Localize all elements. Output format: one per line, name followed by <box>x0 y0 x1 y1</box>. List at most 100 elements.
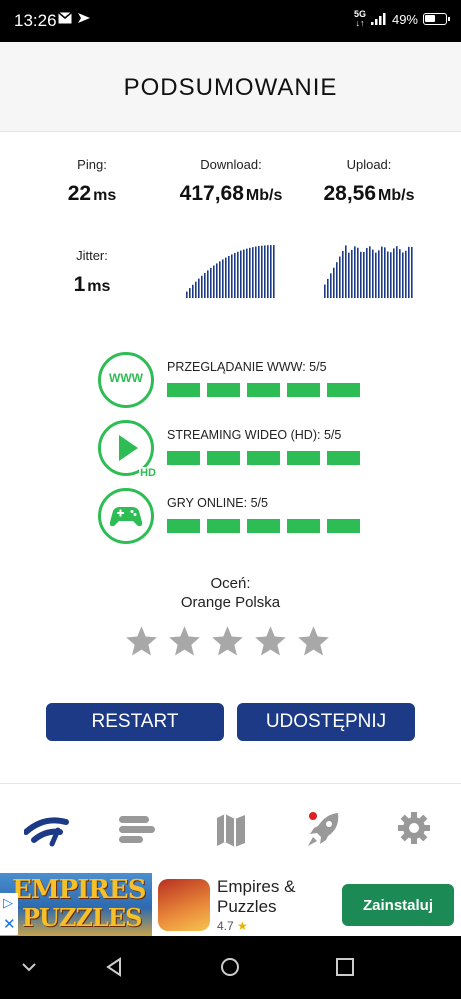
system-nav-bar <box>0 936 461 999</box>
sparkline-bar <box>192 284 194 298</box>
sparkline-bar <box>234 253 236 298</box>
sparkline-bar <box>273 245 275 298</box>
star-icon[interactable] <box>210 624 245 659</box>
score-segment <box>167 519 200 533</box>
www-icon: WWW <box>98 352 154 408</box>
download-metric: Download: 417,68 Mb/s <box>164 157 298 206</box>
back-icon[interactable] <box>104 956 126 978</box>
results-list-icon[interactable] <box>117 810 157 850</box>
star-icon[interactable] <box>253 624 288 659</box>
sparkline-bar <box>327 278 329 298</box>
sparkline-bar <box>240 250 242 298</box>
download-unit: Mb/s <box>245 187 283 204</box>
recents-icon[interactable] <box>334 956 356 978</box>
map-icon[interactable] <box>213 810 253 850</box>
download-sparkline <box>186 245 275 298</box>
header: PODSUMOWANIE <box>0 42 461 132</box>
rocket-icon[interactable] <box>304 810 344 850</box>
install-button[interactable]: Zainstaluj <box>342 884 454 926</box>
star-icon[interactable] <box>124 624 159 659</box>
gmail-icon <box>58 12 72 24</box>
score-segment <box>247 383 280 397</box>
send-icon <box>78 13 90 23</box>
sparkline-bar <box>402 252 404 298</box>
score-segment <box>327 451 360 465</box>
ad-banner[interactable]: EMPIRES PUZZLES ▷ ✕ Empires & Puzzles 4.… <box>0 873 461 936</box>
sparkline-bar <box>258 246 260 298</box>
play-hd-icon: HD <box>98 420 157 479</box>
gamepad-icon <box>98 488 154 544</box>
rating-title: Oceń: <box>210 575 251 592</box>
restart-button[interactable]: RESTART <box>46 703 224 741</box>
status-bar: 13:26 5G ↓↑ 49% <box>0 0 461 42</box>
battery-percent: 49% <box>391 11 418 27</box>
quality-score-bar <box>167 519 360 533</box>
sparkline-bar <box>204 272 206 298</box>
score-segment <box>327 519 360 533</box>
sparkline-bar <box>324 284 326 298</box>
sparkline-bar <box>411 246 413 298</box>
jitter-value: 1 <box>73 273 86 296</box>
sparkline-bar <box>228 255 230 298</box>
sparkline-bar <box>381 246 383 298</box>
sparkline-bar <box>378 250 380 298</box>
sparkline-bar <box>249 247 251 298</box>
sparkline-bar <box>198 278 200 298</box>
quality-label: GRY ONLINE: 5/5 <box>167 496 268 510</box>
sparkline-bar <box>222 259 224 298</box>
sparkline-bar <box>393 248 395 298</box>
score-segment <box>167 383 200 397</box>
sparkline-bar <box>201 275 203 298</box>
ping-value: 22 <box>67 182 92 205</box>
score-segment <box>287 519 320 533</box>
star-icon[interactable] <box>296 624 331 659</box>
sparkline-bar <box>348 252 350 298</box>
ad-close-icon[interactable]: ✕ <box>3 915 16 933</box>
quality-row-gaming: GRY ONLINE: 5/5 <box>98 488 368 546</box>
sparkline-bar <box>399 249 401 298</box>
sparkline-bar <box>369 246 371 298</box>
quality-label: STREAMING WIDEO (HD): 5/5 <box>167 428 342 442</box>
ad-choices-icon[interactable]: ▷ <box>3 895 13 911</box>
share-button[interactable]: UDOSTĘPNIJ <box>237 703 415 741</box>
clock: 13:26 <box>14 11 57 30</box>
ad-game-banner[interactable]: EMPIRES PUZZLES <box>0 873 152 936</box>
sparkline-bar <box>339 256 341 298</box>
sparkline-bar <box>336 262 338 298</box>
sparkline-bar <box>384 247 386 298</box>
sparkline-bar <box>231 254 233 298</box>
score-segment <box>247 519 280 533</box>
sparkline-bar <box>213 265 215 298</box>
download-label: Download: <box>200 157 262 172</box>
star-icon: ★ <box>237 919 248 933</box>
score-segment <box>207 451 240 465</box>
sparkline-bar <box>405 250 407 298</box>
jitter-unit: ms <box>87 278 111 295</box>
score-segment <box>167 451 200 465</box>
hd-badge: HD <box>139 467 157 479</box>
sparkline-bar <box>360 251 362 298</box>
upload-label: Upload: <box>346 157 392 172</box>
sparkline-bar <box>351 249 353 298</box>
sparkline-bar <box>246 248 248 298</box>
ad-app-name[interactable]: Empires & Puzzles <box>217 877 327 917</box>
sparkline-bar <box>366 247 368 298</box>
speedtest-icon[interactable] <box>23 810 69 850</box>
sparkline-bar <box>270 245 272 298</box>
ad-app-icon[interactable] <box>158 879 210 931</box>
sparkline-bar <box>264 245 266 298</box>
sparkline-bar <box>396 246 398 298</box>
sparkline-bar <box>216 263 218 298</box>
sparkline-bar <box>261 245 263 298</box>
sparkline-bar <box>189 288 191 298</box>
home-icon[interactable] <box>219 956 241 978</box>
quality-score-bar <box>167 451 360 465</box>
score-segment <box>287 451 320 465</box>
sparkline-bar <box>210 267 212 298</box>
ping-label: Ping: <box>77 157 107 172</box>
chevron-down-icon[interactable] <box>18 956 40 978</box>
sparkline-bar <box>186 291 188 298</box>
star-icon[interactable] <box>167 624 202 659</box>
settings-icon[interactable] <box>396 810 436 850</box>
sparkline-bar <box>207 270 209 298</box>
